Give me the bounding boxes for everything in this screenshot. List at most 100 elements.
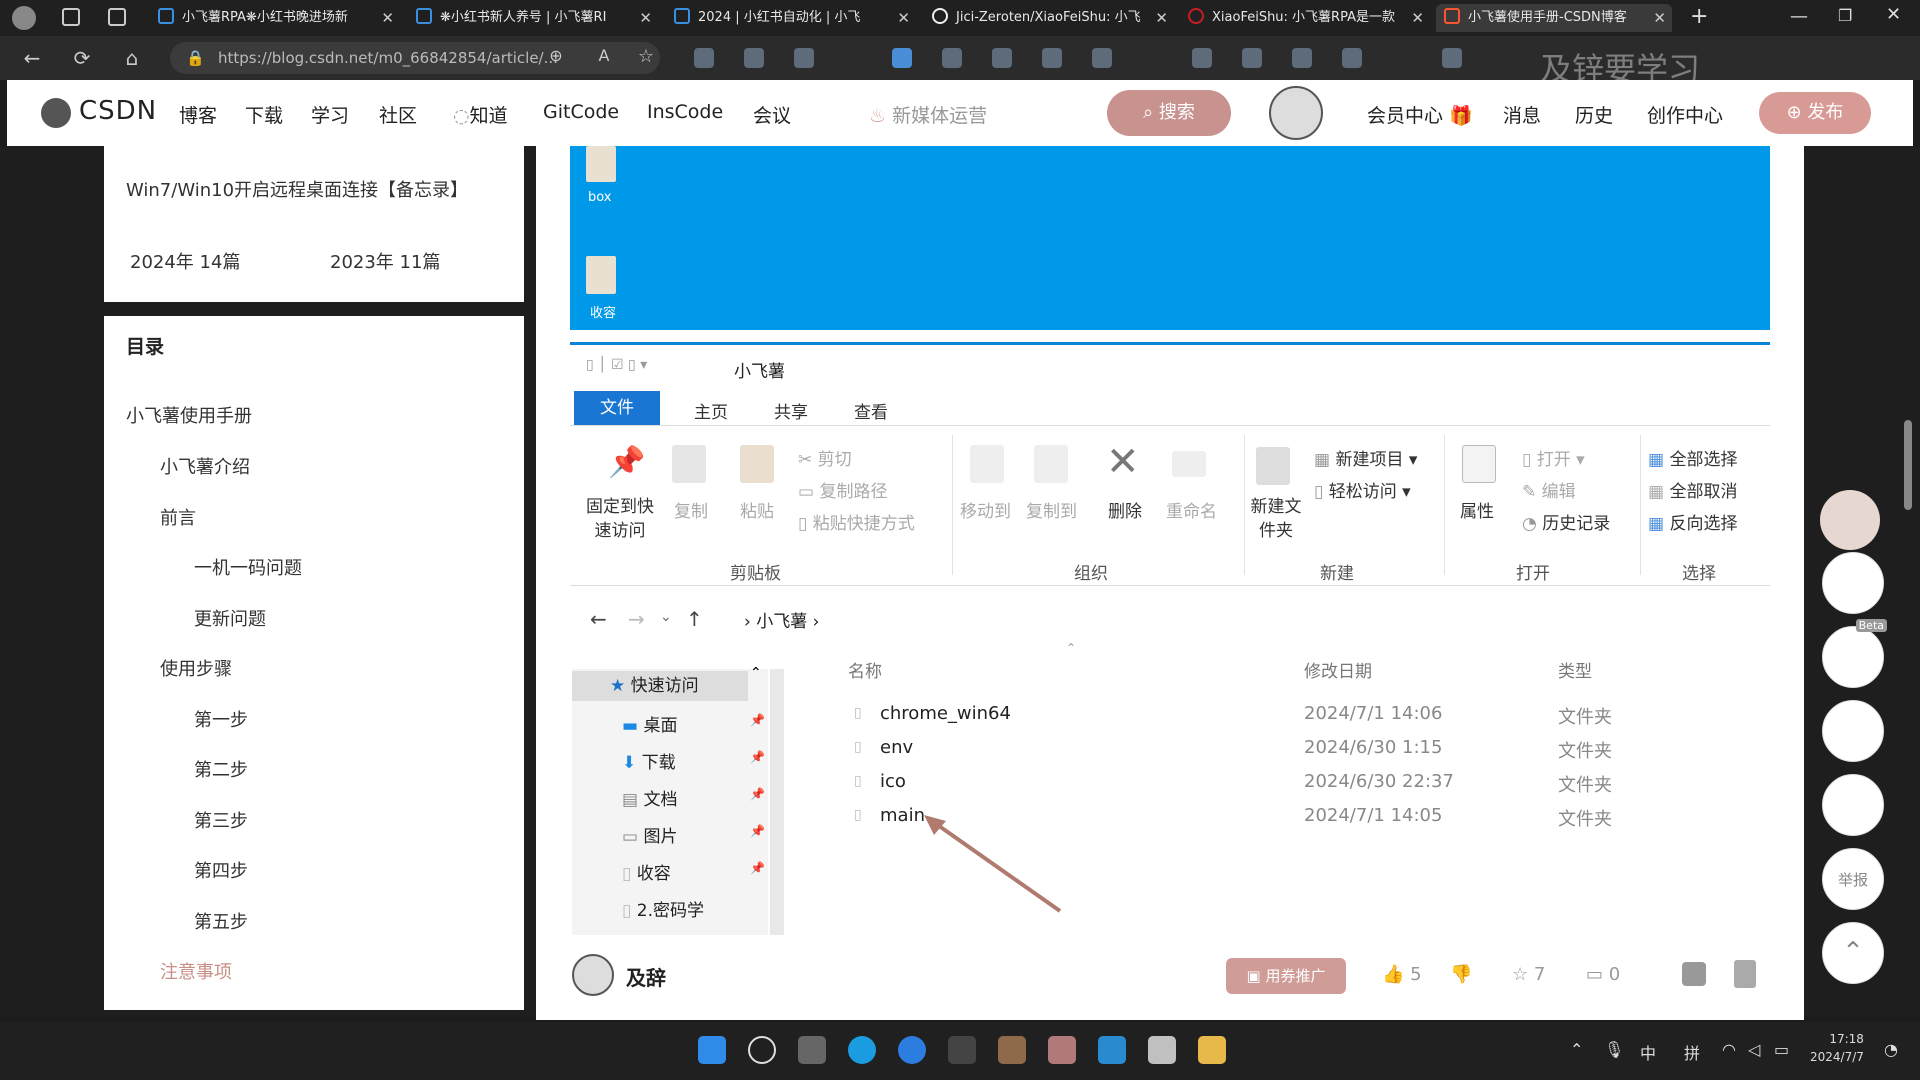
nav-pane-scrollbar[interactable] [770,669,784,935]
browser-tab[interactable]: Jici-Zeroten/XiaoFeiShu: 小飞 ✕ [924,4,1174,32]
extension-icon[interactable] [1042,48,1062,68]
nav-pane-collapse-icon[interactable]: ⌃ [750,665,762,681]
copy-path-button[interactable]: ▭ 复制路径 [798,477,887,502]
history-button[interactable]: ◔ 历史记录 [1522,509,1610,534]
dislike-icon[interactable]: 👎 [1450,964,1472,985]
toc-item[interactable]: 更新问题 [194,605,266,631]
extension-icon[interactable] [1192,48,1212,68]
clock[interactable]: 17:18 2024/7/7 [1810,1030,1864,1066]
recent-article-link[interactable]: Win7/Win10开启远程桌面连接【备忘录】 [126,176,468,202]
author-name[interactable]: 及辞 [626,962,666,991]
nav-creator-center[interactable]: 创作中心 [1647,101,1723,128]
extension-icon[interactable] [1342,48,1362,68]
extension-icon[interactable] [744,48,764,68]
new-tab-icon[interactable]: + [1690,4,1708,29]
edit-button[interactable]: ✎ 编辑 [1522,477,1576,502]
browser-tab-active[interactable]: 小飞薯使用手册-CSDN博客 ✕ [1436,4,1672,32]
toc-item[interactable]: 第三步 [194,807,248,833]
notification-icon[interactable]: ◔ [1884,1040,1898,1059]
archive-2023[interactable]: 2023年 11篇 [330,248,440,274]
toc-item[interactable]: 使用步骤 [160,655,232,681]
pdf-icon[interactable] [1734,960,1756,988]
breadcrumb[interactable]: › 小飞薯 › [744,607,819,632]
avatar[interactable] [1269,86,1323,140]
ime-indicator[interactable]: 中 [1640,1040,1656,1064]
start-icon[interactable] [698,1036,726,1064]
microphone-icon[interactable]: 🎙 [1604,1040,1624,1059]
battery-icon[interactable]: ▭ [1774,1040,1789,1059]
promo-button[interactable]: ▣ 用券推广 [1226,958,1346,994]
toc-item[interactable]: 第一步 [194,706,248,732]
paste-button[interactable]: 粘贴 [740,497,774,522]
maximize-icon[interactable]: ❐ [1838,6,1852,25]
rename-button[interactable]: 重命名 [1166,497,1217,522]
tray-chevron-icon[interactable]: ⌃ [1570,1040,1583,1059]
extension-icon[interactable] [892,48,912,68]
toc-item[interactable]: 小飞薯使用手册 [126,402,252,428]
extension-icon[interactable] [1292,48,1312,68]
nav-community[interactable]: 社区 [379,101,417,128]
search-icon[interactable] [748,1036,776,1064]
ribbon-tab-file[interactable]: 文件 [574,391,660,425]
close-tab-icon[interactable]: ✕ [381,4,394,32]
report-button[interactable]: 举报 [1822,848,1884,910]
nav-desktop[interactable]: ▬ 桌面 [622,711,677,736]
share-icon[interactable] [1682,962,1706,986]
task-view-icon[interactable] [798,1036,826,1064]
copy-button[interactable]: 复制 [674,497,708,522]
nav-inscode[interactable]: InsCode [647,101,723,123]
column-name[interactable]: 名称 [848,657,882,682]
toc-item[interactable]: 前言 [160,504,196,530]
volume-icon[interactable]: ◁ [1748,1040,1760,1059]
browser-profile-icon[interactable] [12,6,36,30]
ribbon-tab-home[interactable]: 主页 [694,398,728,423]
terminal-icon[interactable] [948,1036,976,1064]
zoom-icon[interactable]: ⊕ [544,46,568,65]
close-window-icon[interactable]: ✕ [1886,4,1901,25]
ribbon-tab-share[interactable]: 共享 [774,398,808,423]
toc-item[interactable]: 一机一码问题 [194,554,302,580]
nav-shourong[interactable]: ▯ 收容 [622,859,671,884]
delete-button[interactable]: 删除 [1108,497,1142,522]
favorite-button[interactable]: ☆ 7 [1512,964,1545,985]
app-icon[interactable] [998,1036,1026,1064]
app-icon[interactable] [1148,1036,1176,1064]
vscode-like-icon[interactable] [898,1036,926,1064]
copy-to-button[interactable]: 复制到 [1026,497,1077,522]
ribbon-tab-view[interactable]: 查看 [854,398,888,423]
properties-button[interactable]: 属性 [1460,497,1494,522]
edge-icon[interactable] [848,1036,876,1064]
nav-messages[interactable]: 消息 [1503,101,1541,128]
wifi-icon[interactable]: ◠ [1722,1040,1736,1059]
nav-quick-access[interactable]: ★ 快速访问 [572,671,748,701]
toc-item[interactable]: 小飞薯介绍 [160,453,250,479]
toc-item[interactable]: 第四步 [194,857,248,883]
toc-item[interactable]: 第二步 [194,756,248,782]
nav-forward-icon[interactable]: → [628,607,645,631]
nav-download[interactable]: 下载 [245,101,283,128]
nav-blog[interactable]: 博客 [179,101,217,128]
invert-selection-button[interactable]: ▦ 反向选择 [1648,509,1737,534]
pin-quick-access-button[interactable]: 固定到快速访问 [582,495,658,543]
read-aloud-icon[interactable]: A [592,46,616,65]
new-item-button[interactable]: ▦ 新建项目 ▾ [1314,445,1417,470]
browser-tab[interactable]: XiaoFeiShu: 小飞薯RPA是一款 ✕ [1180,4,1430,32]
edit-note-icon[interactable] [1822,700,1884,762]
page-scrollbar[interactable] [1904,420,1912,510]
extension-icon[interactable] [794,48,814,68]
new-folder-button[interactable]: 新建文件夹 [1246,495,1306,543]
trend-icon[interactable] [1822,552,1884,614]
nav-gitcode[interactable]: GitCode [543,101,619,123]
nav-up-icon[interactable]: ↑ [686,607,703,631]
extension-icon[interactable] [942,48,962,68]
like-button[interactable]: 👍 5 [1382,964,1422,985]
vertical-tabs-icon[interactable] [108,8,126,26]
nav-documents[interactable]: ▤ 文档 [622,785,677,810]
nav-pictures[interactable]: ▭ 图片 [622,822,677,847]
file-explorer-icon[interactable] [1198,1036,1226,1064]
nav-meeting[interactable]: 会议 [753,101,791,128]
nav-downloads[interactable]: ⬇ 下载 [622,748,676,773]
search-button[interactable]: ⌕ 搜索 [1107,90,1231,136]
recent-dropdown-icon[interactable]: ⌄ [660,609,672,625]
home-icon[interactable]: ⌂ [120,46,144,70]
